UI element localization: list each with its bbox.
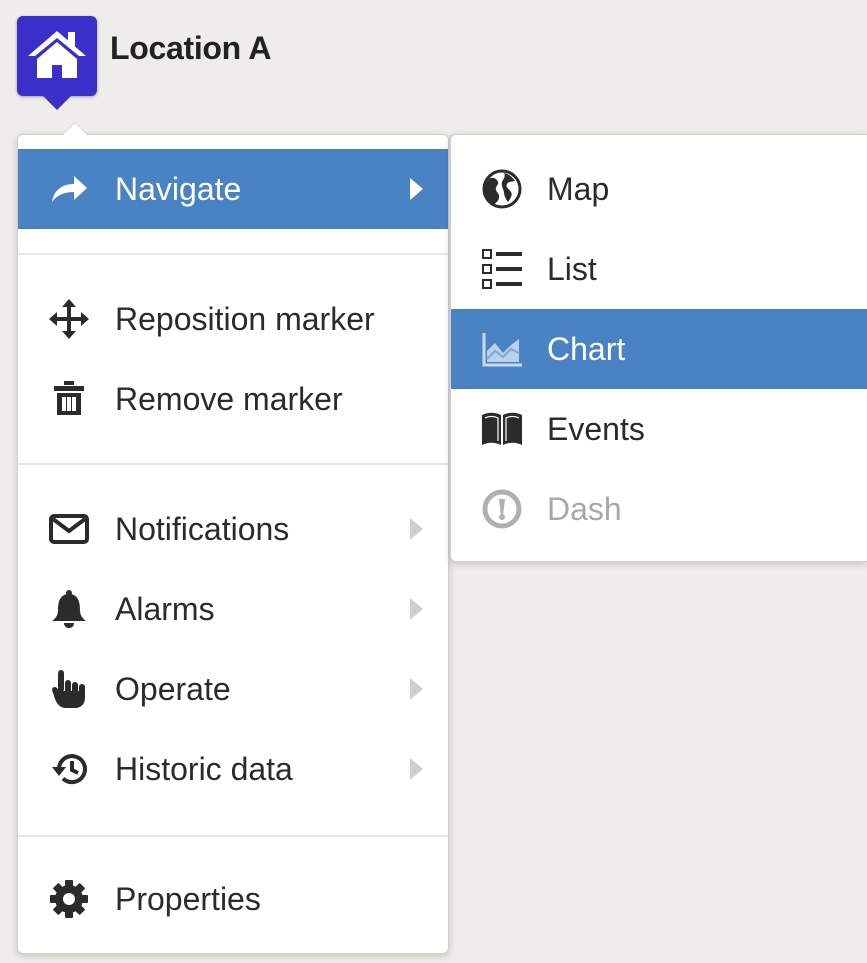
menu-item-label: Navigate: [115, 171, 242, 207]
menu-item-label: Historic data: [115, 751, 293, 787]
submenu-item-events[interactable]: Events: [451, 389, 867, 469]
submenu-item-list[interactable]: List: [451, 229, 867, 309]
submenu-arrow-icon: [410, 518, 423, 540]
bell-icon: [48, 589, 90, 629]
submenu-arrow-icon: [410, 678, 423, 700]
list-icon: [481, 249, 523, 289]
submenu-arrow-icon: [410, 598, 423, 620]
menu-item-alarms[interactable]: Alarms: [18, 569, 448, 649]
menu-item-label: Properties: [115, 881, 261, 917]
submenu-item-chart[interactable]: Chart: [451, 309, 867, 389]
location-marker[interactable]: [17, 16, 97, 110]
submenu-item-label: Dash: [547, 491, 622, 527]
envelope-icon: [48, 509, 90, 549]
submenu-item-label: Map: [547, 171, 610, 207]
location-title: Location A: [110, 30, 272, 66]
share-arrow-icon: [48, 169, 90, 209]
history-clock-icon: [48, 749, 90, 789]
menu-item-notifications[interactable]: Notifications: [18, 489, 448, 569]
home-icon: [26, 28, 88, 85]
menu-item-label: Operate: [115, 671, 231, 707]
menu-divider: [18, 463, 448, 465]
menu-caret: [62, 122, 88, 135]
menu-divider: [18, 253, 448, 255]
menu-item-reposition-marker[interactable]: Reposition marker: [18, 279, 448, 359]
area-chart-icon: [481, 329, 523, 369]
globe-icon: [481, 169, 523, 209]
submenu-item-label: List: [547, 251, 597, 287]
submenu-arrow-icon: [410, 758, 423, 780]
menu-divider: [18, 835, 448, 837]
submenu-arrow-icon: [410, 178, 423, 200]
trash-icon: [48, 379, 90, 419]
navigate-submenu: Map List Chart Events Dash: [450, 134, 867, 562]
submenu-item-dash[interactable]: Dash: [451, 469, 867, 549]
submenu-item-label: Chart: [547, 331, 626, 367]
menu-item-label: Remove marker: [115, 381, 343, 417]
menu-item-properties[interactable]: Properties: [18, 859, 448, 939]
menu-item-operate[interactable]: Operate: [18, 649, 448, 729]
menu-item-label: Notifications: [115, 511, 290, 547]
gear-icon: [48, 879, 90, 919]
hand-pointer-icon: [48, 669, 90, 709]
context-menu: Navigate Reposition marker Remove marker: [17, 122, 449, 954]
book-icon: [481, 409, 523, 449]
submenu-item-map[interactable]: Map: [451, 149, 867, 229]
gauge-icon: [481, 489, 523, 529]
menu-item-remove-marker[interactable]: Remove marker: [18, 359, 448, 439]
menu-item-navigate[interactable]: Navigate: [18, 149, 448, 229]
move-arrows-icon: [48, 299, 90, 339]
menu-item-label: Alarms: [115, 591, 215, 627]
submenu-item-label: Events: [547, 411, 645, 447]
menu-item-label: Reposition marker: [115, 301, 375, 337]
menu-item-historic-data[interactable]: Historic data: [18, 729, 448, 809]
